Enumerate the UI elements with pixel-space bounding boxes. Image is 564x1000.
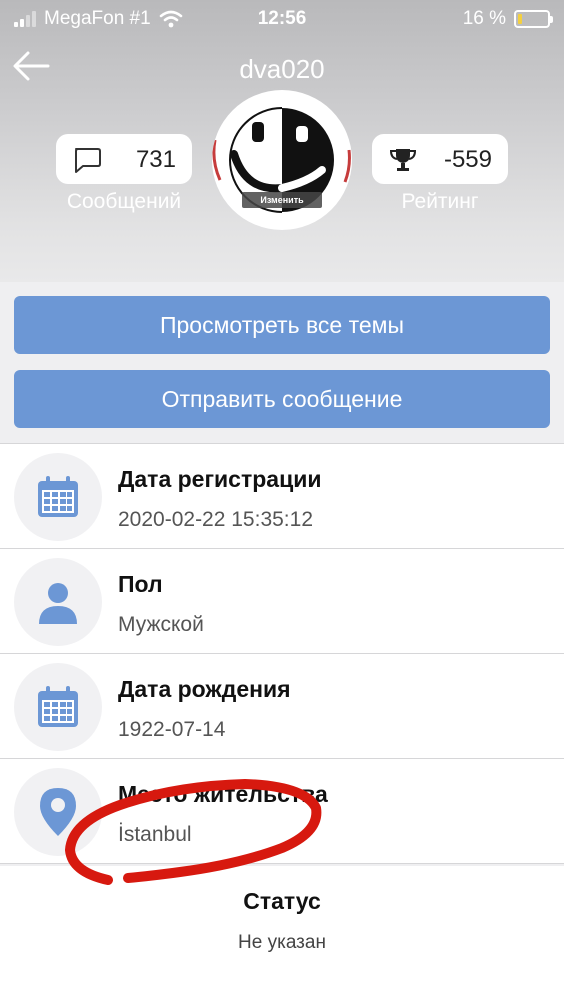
location-pin-icon [14, 768, 102, 856]
list-item: Место жительства İstanbul [0, 759, 564, 864]
status-bar: MegaFon #1 12:56 16 % [0, 0, 564, 38]
avatar-image [212, 107, 351, 213]
status-section: Статус Не указан [0, 866, 564, 1000]
status-title: Статус [243, 888, 321, 914]
avatar[interactable]: Изменить [212, 90, 352, 230]
row-title: Пол [118, 571, 163, 597]
row-title: Дата регистрации [118, 466, 322, 492]
avatar-edit-label[interactable]: Изменить [242, 192, 322, 208]
list-item: Дата регистрации 2020-02-22 15:35:12 [0, 444, 564, 549]
messages-count-badge[interactable]: 731 [56, 134, 192, 184]
row-title: Дата рождения [118, 676, 291, 702]
calendar-icon [14, 453, 102, 541]
messages-label: Сообщений [66, 190, 182, 213]
rating-badge[interactable]: -559 [372, 134, 508, 184]
battery-icon [514, 10, 553, 28]
trophy-icon [389, 149, 417, 171]
list-item: Дата рождения 1922-07-14 [0, 654, 564, 759]
row-value: Мужской [118, 613, 204, 636]
list-item: Пол Мужской [0, 549, 564, 654]
profile-header: MegaFon #1 12:56 16 % dva020 731 Сообщен… [0, 0, 564, 282]
rating-label: Рейтинг [401, 190, 479, 213]
profile-info-list: Дата регистрации 2020-02-22 15:35:12 Пол… [0, 443, 564, 864]
send-message-button[interactable]: Отправить сообщение [14, 370, 550, 428]
calendar-icon [14, 663, 102, 751]
rating-value: -559 [443, 146, 492, 173]
username: dva020 [239, 54, 325, 84]
battery-percent: 16 % [462, 8, 506, 29]
status-value: Не указан [238, 932, 326, 953]
row-value: İstanbul [118, 823, 192, 846]
row-value: 1922-07-14 [118, 718, 226, 741]
messages-count: 731 [135, 146, 176, 173]
row-title: Место жительства [118, 781, 328, 807]
row-value: 2020-02-22 15:35:12 [118, 508, 313, 531]
person-icon [14, 558, 102, 646]
view-all-topics-button[interactable]: Просмотреть все темы [14, 296, 550, 354]
chat-bubble-icon [75, 148, 101, 173]
